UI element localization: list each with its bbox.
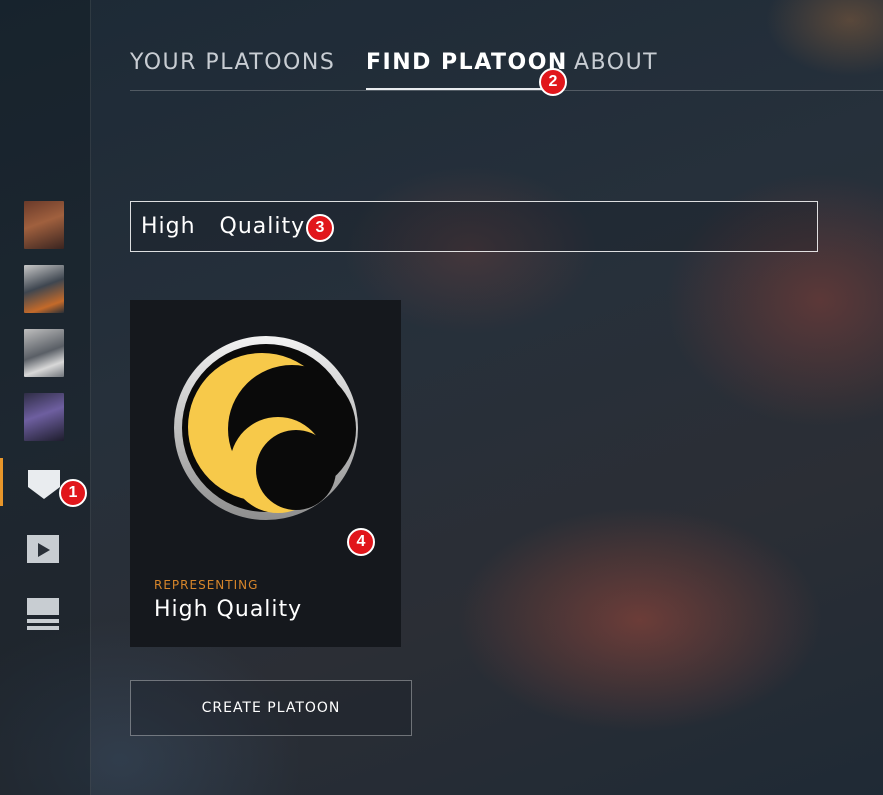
active-indicator	[0, 458, 3, 506]
active-tab-underline	[366, 88, 544, 90]
tab-about[interactable]: ABOUT	[574, 50, 658, 75]
marker-badge: 2	[539, 68, 567, 96]
platoon-name: High Quality	[154, 597, 303, 622]
create-platoon-button[interactable]: CREATE PLATOON	[130, 680, 412, 736]
platoon-result-card[interactable]: REPRESENTING High Quality	[130, 300, 401, 647]
tab-find-platoon[interactable]: FIND PLATOON	[366, 50, 568, 75]
tab-your-platoons[interactable]: YOUR PLATOONS	[130, 50, 335, 75]
platoon-search-box	[130, 201, 818, 252]
sidebar	[0, 0, 91, 795]
play-icon[interactable]	[24, 522, 64, 570]
platoon-search-input[interactable]	[131, 202, 817, 251]
soldier-avatar-1[interactable]	[24, 201, 64, 249]
soldier-avatar-2[interactable]	[24, 265, 64, 313]
representing-label: REPRESENTING	[154, 578, 259, 592]
marker-badge: 3	[306, 214, 334, 242]
soldier-avatar-3[interactable]	[24, 329, 64, 377]
marker-badge: 1	[59, 479, 87, 507]
platoon-shield-icon[interactable]	[24, 458, 64, 506]
soldier-avatar-4[interactable]	[24, 393, 64, 441]
platoon-tabs: YOUR PLATOONS FIND PLATOON ABOUT	[130, 40, 883, 91]
list-icon[interactable]	[24, 586, 64, 634]
marker-badge: 4	[347, 528, 375, 556]
platoon-emblem-icon	[174, 336, 358, 520]
